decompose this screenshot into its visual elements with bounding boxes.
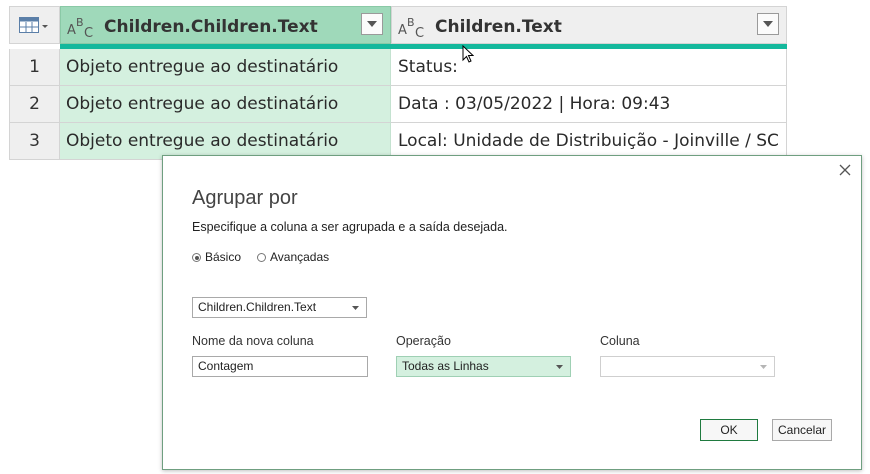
column-header-children-children-text[interactable]: A B C Children.Children.Text [60,6,391,44]
svg-text:B: B [407,16,415,29]
row-index: 1 [9,49,60,86]
svg-text:A: A [67,23,76,38]
table-menu-button[interactable] [9,6,60,44]
table-icon [19,17,48,33]
table-row[interactable]: 2 Objeto entregue ao destinatário Data :… [9,86,787,123]
row-index: 3 [9,123,60,160]
operation-value: Todas as Linhas [402,359,489,373]
radio-basic-label: Básico [205,250,242,264]
operation-label: Operação [396,334,451,348]
chevron-down-icon [556,365,563,369]
text-type-icon: A B C [67,16,93,39]
column-filter-button[interactable] [361,13,383,35]
column-filter-button[interactable] [757,13,779,35]
new-column-name-input[interactable]: Contagem [192,356,368,377]
cancel-button[interactable]: Cancelar [772,419,832,441]
group-by-column-value: Children.Children.Text [198,300,317,314]
column-header-children-text[interactable]: A B C Children.Text [391,6,787,44]
close-icon[interactable] [837,162,853,178]
table-cell[interactable]: Objeto entregue ao destinatário [60,49,391,86]
table-cell[interactable]: Data : 03/05/2022 | Hora: 09:43 [391,86,787,123]
chevron-down-icon [352,306,359,310]
table-cell[interactable]: Status: [391,49,787,86]
aggregate-column-select[interactable] [600,356,775,377]
dialog-description: Especifique a coluna a ser agrupada e a … [192,220,508,234]
row-index: 2 [9,86,60,123]
group-by-column-select[interactable]: Children.Children.Text [192,297,367,318]
radio-checked-icon [192,253,201,262]
chevron-down-icon [763,21,773,27]
svg-text:A: A [398,23,407,38]
column-label: Coluna [600,334,640,348]
text-type-icon: A B C [398,16,424,39]
radio-advanced-label: Avançadas [270,250,330,264]
svg-text:C: C [84,26,93,39]
group-by-dialog: Agrupar por Especifique a coluna a ser a… [162,155,862,470]
table-cell[interactable]: Objeto entregue ao destinatário [60,86,391,123]
radio-unchecked-icon [257,253,266,262]
operation-select[interactable]: Todas as Linhas [396,356,571,377]
svg-text:B: B [76,16,84,29]
radio-advanced[interactable]: Avançadas [257,250,329,264]
new-column-label: Nome da nova coluna [192,334,314,348]
mouse-pointer-icon [462,45,474,63]
table-row[interactable]: 1 Objeto entregue ao destinatário Status… [9,49,787,86]
radio-basic[interactable]: Básico [192,250,241,264]
ok-button[interactable]: OK [700,419,758,441]
column-title: Children.Text [435,17,562,37]
data-grid: A B C Children.Children.Text A B C Child… [9,6,787,160]
column-title: Children.Children.Text [104,17,318,37]
dialog-title: Agrupar por [192,187,298,209]
chevron-down-icon [760,365,767,369]
chevron-down-icon [367,21,377,27]
svg-text:C: C [415,26,424,39]
